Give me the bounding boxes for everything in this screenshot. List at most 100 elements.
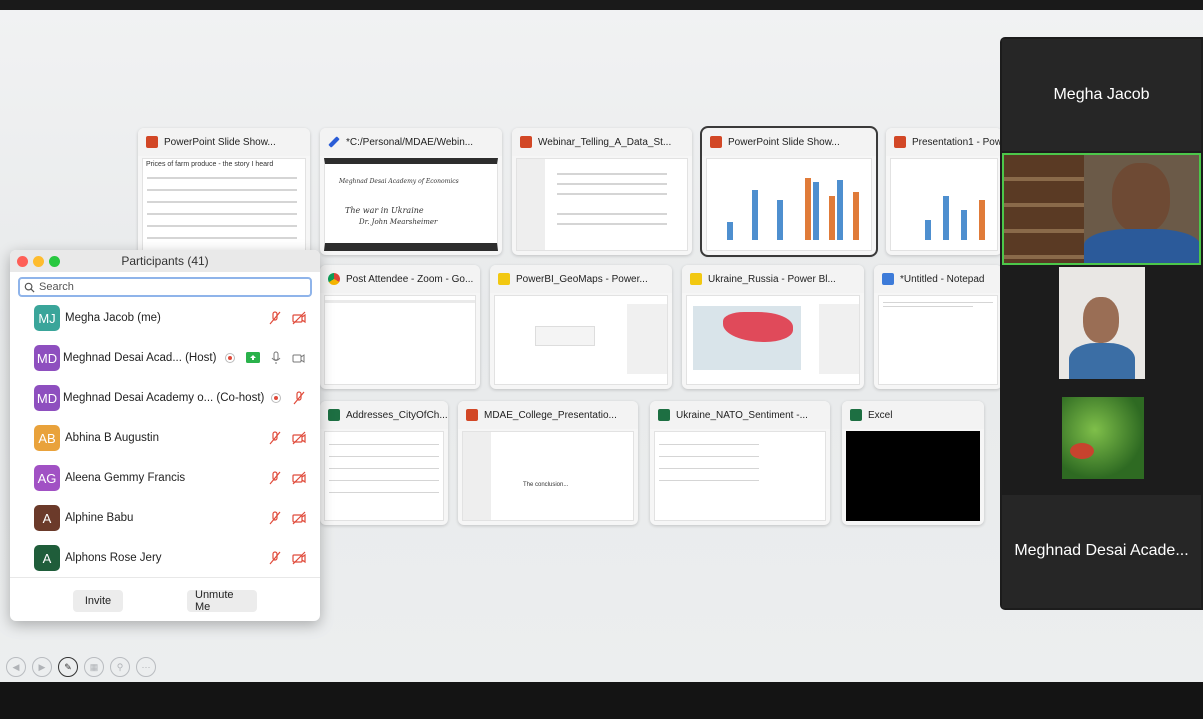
mic-muted-icon (293, 391, 305, 405)
participant-name: Alphine Babu (65, 512, 134, 524)
microphone-icon (271, 351, 281, 364)
search-placeholder: Search (39, 281, 74, 293)
avatar: MD (34, 385, 60, 411)
participant-video-name: Megha Jacob (1053, 86, 1150, 103)
window-thumbnail-excel[interactable]: Excel (842, 401, 984, 525)
participant-video-feed (1059, 267, 1145, 379)
next-icon[interactable]: ▶ (32, 657, 52, 677)
window-title: Webinar_Telling_A_Data_St... (538, 136, 672, 148)
avatar: AB (34, 425, 60, 451)
annotation-toolbar: ◀ ▶ ✎ ▦ ⚲ ⋯ (6, 657, 156, 677)
video-off-icon (292, 511, 306, 525)
video-tile-active-speaker[interactable] (1002, 153, 1201, 265)
unmute-me-button[interactable]: Unmute Me (187, 589, 257, 613)
previous-icon[interactable]: ◀ (6, 657, 26, 677)
window-preview (890, 158, 998, 251)
window-thumbnail-webinar-ppt[interactable]: Webinar_Telling_A_Data_St... (512, 128, 692, 255)
window-title: PowerBI_GeoMaps - Power... (516, 273, 648, 285)
minimize-window-button[interactable] (33, 256, 44, 267)
window-thumbnail-notepad[interactable]: *Untitled - Notepad (874, 265, 1002, 389)
window-title: MDAE_College_Presentatio... (484, 409, 617, 421)
participant-row[interactable]: AG Aleena Gemmy Francis (10, 458, 320, 498)
video-off-icon (292, 431, 306, 445)
window-preview (654, 431, 826, 521)
speaker-head (1112, 163, 1170, 233)
participant-name: Abhina B Augustin (65, 432, 159, 444)
window-preview: The conclusion... (462, 431, 634, 521)
powerpoint-icon (466, 409, 478, 421)
window-thumbnail-presentation1[interactable]: Presentation1 - Pow (886, 128, 1002, 255)
zoom-icon[interactable]: ⚲ (110, 657, 130, 677)
window-preview (706, 158, 872, 251)
slide-center-text: The conclusion... (523, 482, 569, 488)
window-thumbnail-ppt-slideshow-2[interactable]: PowerPoint Slide Show... (700, 126, 878, 257)
window-title: Excel (868, 409, 893, 421)
video-tile-megha-jacob[interactable]: Megha Jacob (1002, 39, 1201, 151)
map-preview (693, 306, 801, 370)
window-thumbnail-zoom-post-attendee[interactable]: Post Attendee - Zoom - Go... (320, 265, 480, 389)
more-icon[interactable]: ⋯ (136, 657, 156, 677)
window-preview: Prices of farm produce - the story I hea… (142, 158, 306, 251)
profile-photo-plant (1062, 397, 1144, 479)
video-off-icon (292, 311, 306, 325)
window-title: Post Attendee - Zoom - Go... (346, 273, 474, 285)
window-preview (878, 295, 998, 385)
close-window-button[interactable] (17, 256, 28, 267)
notepad-icon (882, 273, 894, 285)
participants-footer: Invite Unmute Me (10, 577, 320, 621)
participant-row[interactable]: AB Abhina B Augustin (10, 418, 320, 458)
participant-row[interactable]: MJ Megha Jacob (me) (10, 298, 320, 338)
window-title: *C:/Personal/MDAE/Webin... (346, 136, 474, 148)
window-preview (324, 295, 476, 385)
powerbi-icon (498, 273, 510, 285)
video-tile-meghnad-desai[interactable]: Meghnad Desai Acade... (1002, 495, 1201, 608)
excel-icon (850, 409, 862, 421)
zoom-window-button[interactable] (49, 256, 60, 267)
window-title: Presentation1 - Pow (912, 136, 1002, 148)
window-title: Ukraine_Russia - Power Bl... (708, 273, 836, 285)
participant-video-name: Meghnad Desai Acade... (1014, 542, 1189, 559)
video-tile-plant-photo[interactable] (1002, 381, 1201, 493)
window-thumbnail-addresses-excel[interactable]: Addresses_CityOfCh... (320, 401, 448, 525)
window-thumbnail-powerbi-geomaps[interactable]: PowerBI_GeoMaps - Power... (490, 265, 672, 389)
window-thumbnail-pen-app[interactable]: *C:/Personal/MDAE/Webin... Meghnad Desai… (320, 128, 502, 255)
handwriting-text: The war in Ukraine (345, 206, 424, 215)
grid-icon[interactable]: ▦ (84, 657, 104, 677)
window-preview (516, 158, 688, 251)
participant-row[interactable]: MD Meghnad Desai Acad... (Host) (10, 338, 320, 378)
bottom-bar (0, 682, 1203, 719)
participants-title: Participants (41) (121, 254, 209, 268)
participant-row[interactable]: A Alphons Rose Jery (10, 538, 320, 578)
window-thumbnail-ppt-slideshow-1[interactable]: PowerPoint Slide Show... Prices of farm … (138, 128, 310, 255)
pen-icon[interactable]: ✎ (58, 657, 78, 677)
excel-icon (658, 409, 670, 421)
search-icon (24, 282, 35, 293)
participants-search-field[interactable]: Search (18, 277, 312, 297)
screen-share-icon (246, 352, 260, 363)
window-thumbnail-ukraine-nato-excel[interactable]: Ukraine_NATO_Sentiment -... (650, 401, 830, 525)
powerbi-icon (690, 273, 702, 285)
window-thumbnail-ukraine-russia-powerbi[interactable]: Ukraine_Russia - Power Bl... (682, 265, 864, 389)
powerpoint-icon (520, 136, 532, 148)
participants-titlebar: Participants (41) (10, 250, 320, 272)
excel-icon (328, 409, 340, 421)
video-camera-icon (292, 354, 305, 363)
video-tile-participant-woman[interactable] (1002, 267, 1201, 379)
recording-icon (271, 393, 281, 403)
mic-muted-icon (269, 311, 281, 325)
window-title: *Untitled - Notepad (900, 273, 985, 285)
slide-subtitle: Prices of farm produce - the story I hea… (146, 161, 274, 168)
window-thumbnail-mdae-college-ppt[interactable]: MDAE_College_Presentatio... The conclusi… (458, 401, 638, 525)
participant-name: Alphons Rose Jery (65, 552, 162, 564)
participant-name: Meghnad Desai Acad... (Host) (63, 352, 217, 364)
participant-row[interactable]: MD Meghnad Desai Academy o... (Co-host) (10, 378, 320, 418)
window-title: Addresses_CityOfCh... (346, 409, 448, 421)
invite-button[interactable]: Invite (73, 590, 123, 612)
mic-muted-icon (269, 551, 281, 565)
avatar: MD (34, 345, 60, 371)
participant-row[interactable]: A Alphine Babu (10, 498, 320, 538)
video-gallery: Megha Jacob Meghnad Desai Acade... (1000, 37, 1203, 610)
window-preview (494, 295, 668, 385)
window-title: PowerPoint Slide Show... (164, 136, 276, 148)
window-title: PowerPoint Slide Show... (728, 136, 840, 148)
